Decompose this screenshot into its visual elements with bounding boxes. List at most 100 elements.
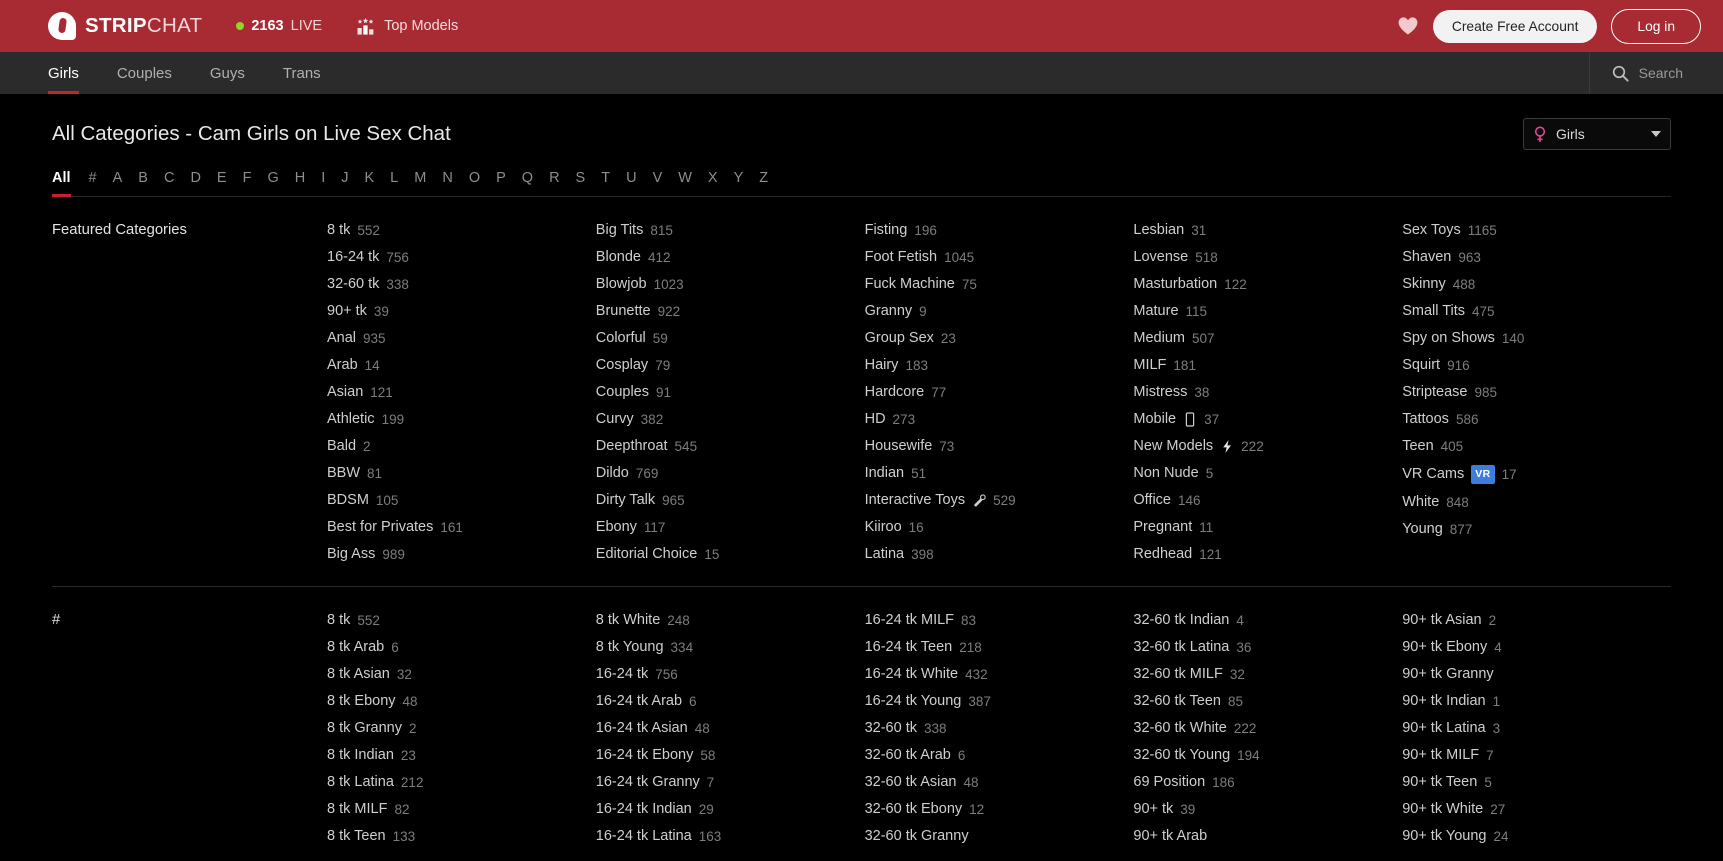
category-link[interactable]: Lovense 518 bbox=[1133, 244, 1402, 271]
alphabet-item-q[interactable]: Q bbox=[514, 170, 541, 196]
category-link[interactable]: 90+ tk 39 bbox=[327, 298, 596, 325]
category-link[interactable]: 69 Position 186 bbox=[1133, 769, 1402, 796]
category-link[interactable]: Striptease 985 bbox=[1402, 379, 1671, 406]
category-link[interactable]: Mistress 38 bbox=[1133, 379, 1402, 406]
category-link[interactable]: Cosplay 79 bbox=[596, 352, 865, 379]
category-link[interactable]: Deepthroat 545 bbox=[596, 433, 865, 460]
category-link[interactable]: Blonde 412 bbox=[596, 244, 865, 271]
tab-couples[interactable]: Couples bbox=[98, 52, 191, 94]
category-link[interactable]: Editorial Choice 15 bbox=[596, 541, 865, 568]
category-link[interactable]: Sex Toys 1165 bbox=[1402, 217, 1671, 244]
category-link[interactable]: BDSM 105 bbox=[327, 487, 596, 514]
category-link[interactable]: Lesbian 31 bbox=[1133, 217, 1402, 244]
category-link[interactable]: VR Cams VR 17 bbox=[1402, 460, 1671, 489]
category-link[interactable]: 90+ tk Latina 3 bbox=[1402, 715, 1671, 742]
category-link[interactable]: 16-24 tk MILF 83 bbox=[865, 607, 1134, 634]
alphabet-item-f[interactable]: F bbox=[235, 170, 260, 196]
alphabet-item-v[interactable]: V bbox=[645, 170, 671, 196]
category-link[interactable]: Group Sex 23 bbox=[865, 325, 1134, 352]
category-link[interactable]: 90+ tk Arab bbox=[1133, 823, 1402, 850]
category-link[interactable]: Indian 51 bbox=[865, 460, 1134, 487]
alphabet-item-c[interactable]: C bbox=[156, 170, 182, 196]
category-link[interactable]: 32-60 tk Asian 48 bbox=[865, 769, 1134, 796]
category-link[interactable]: Mobile 37 bbox=[1133, 406, 1402, 433]
alphabet-item-w[interactable]: W bbox=[670, 170, 700, 196]
category-link[interactable]: 32-60 tk 338 bbox=[865, 715, 1134, 742]
category-link[interactable]: Fuck Machine 75 bbox=[865, 271, 1134, 298]
category-link[interactable]: 16-24 tk 756 bbox=[327, 244, 596, 271]
alphabet-item-p[interactable]: P bbox=[488, 170, 514, 196]
alphabet-item-d[interactable]: D bbox=[182, 170, 208, 196]
category-link[interactable]: Office 146 bbox=[1133, 487, 1402, 514]
alphabet-item-m[interactable]: M bbox=[406, 170, 434, 196]
alphabet-item-t[interactable]: T bbox=[593, 170, 618, 196]
category-link[interactable]: Redhead 121 bbox=[1133, 541, 1402, 568]
category-link[interactable]: 90+ tk Ebony 4 bbox=[1402, 634, 1671, 661]
alphabet-item-hash[interactable]: # bbox=[81, 170, 105, 196]
category-link[interactable]: Mature 115 bbox=[1133, 298, 1402, 325]
category-link[interactable]: White 848 bbox=[1402, 489, 1671, 516]
category-link[interactable]: 32-60 tk Teen 85 bbox=[1133, 688, 1402, 715]
category-link[interactable]: MILF 181 bbox=[1133, 352, 1402, 379]
category-link[interactable]: 8 tk 552 bbox=[327, 217, 596, 244]
top-models-link[interactable]: Top Models bbox=[356, 17, 458, 35]
log-in-button[interactable]: Log in bbox=[1611, 8, 1701, 44]
category-link[interactable]: BBW 81 bbox=[327, 460, 596, 487]
alphabet-item-k[interactable]: K bbox=[357, 170, 383, 196]
category-link[interactable]: Dildo 769 bbox=[596, 460, 865, 487]
category-link[interactable]: 16-24 tk Arab 6 bbox=[596, 688, 865, 715]
category-link[interactable]: 90+ tk MILF 7 bbox=[1402, 742, 1671, 769]
category-link[interactable]: 90+ tk Granny bbox=[1402, 661, 1671, 688]
alphabet-item-a[interactable]: A bbox=[105, 170, 131, 196]
category-link[interactable]: 32-60 tk Latina 36 bbox=[1133, 634, 1402, 661]
category-link[interactable]: 8 tk Granny 2 bbox=[327, 715, 596, 742]
category-link[interactable]: Ebony 117 bbox=[596, 514, 865, 541]
alphabet-item-g[interactable]: G bbox=[259, 170, 286, 196]
category-link[interactable]: 16-24 tk 756 bbox=[596, 661, 865, 688]
category-link[interactable]: HD 273 bbox=[865, 406, 1134, 433]
category-link[interactable]: Latina 398 bbox=[865, 541, 1134, 568]
category-link[interactable]: Fisting 196 bbox=[865, 217, 1134, 244]
category-link[interactable]: 16-24 tk Latina 163 bbox=[596, 823, 865, 850]
tab-girls[interactable]: Girls bbox=[48, 52, 98, 94]
category-link[interactable]: Kiiroo 16 bbox=[865, 514, 1134, 541]
category-link[interactable]: Pregnant 11 bbox=[1133, 514, 1402, 541]
category-link[interactable]: 32-60 tk Ebony 12 bbox=[865, 796, 1134, 823]
category-link[interactable]: 32-60 tk MILF 32 bbox=[1133, 661, 1402, 688]
alphabet-item-u[interactable]: U bbox=[618, 170, 644, 196]
alphabet-item-n[interactable]: N bbox=[434, 170, 460, 196]
tab-trans[interactable]: Trans bbox=[264, 52, 340, 94]
category-link[interactable]: 90+ tk Asian 2 bbox=[1402, 607, 1671, 634]
brand-logo-link[interactable]: STRIPCHAT bbox=[48, 12, 202, 40]
category-link[interactable]: Dirty Talk 965 bbox=[596, 487, 865, 514]
category-link[interactable]: Shaven 963 bbox=[1402, 244, 1671, 271]
alphabet-item-all[interactable]: All bbox=[52, 170, 81, 197]
category-link[interactable]: 8 tk Ebony 48 bbox=[327, 688, 596, 715]
category-link[interactable]: Athletic 199 bbox=[327, 406, 596, 433]
alphabet-item-j[interactable]: J bbox=[333, 170, 356, 196]
category-link[interactable]: Big Tits 815 bbox=[596, 217, 865, 244]
category-link[interactable]: New Models 222 bbox=[1133, 433, 1402, 460]
category-link[interactable]: 32-60 tk Arab 6 bbox=[865, 742, 1134, 769]
category-link[interactable]: Non Nude 5 bbox=[1133, 460, 1402, 487]
category-link[interactable]: 8 tk Teen 133 bbox=[327, 823, 596, 850]
category-link[interactable]: 32-60 tk Indian 4 bbox=[1133, 607, 1402, 634]
tab-guys[interactable]: Guys bbox=[191, 52, 264, 94]
alphabet-item-b[interactable]: B bbox=[130, 170, 156, 196]
category-link[interactable]: 16-24 tk Granny 7 bbox=[596, 769, 865, 796]
category-link[interactable]: Bald 2 bbox=[327, 433, 596, 460]
category-link[interactable]: 8 tk Asian 32 bbox=[327, 661, 596, 688]
alphabet-item-s[interactable]: S bbox=[568, 170, 594, 196]
category-link[interactable]: 8 tk White 248 bbox=[596, 607, 865, 634]
gender-filter-dropdown[interactable]: Girls bbox=[1523, 118, 1671, 150]
category-link[interactable]: Skinny 488 bbox=[1402, 271, 1671, 298]
category-link[interactable]: 8 tk 552 bbox=[327, 607, 596, 634]
category-link[interactable]: 32-60 tk Granny bbox=[865, 823, 1134, 850]
category-link[interactable]: 16-24 tk Asian 48 bbox=[596, 715, 865, 742]
category-link[interactable]: 90+ tk 39 bbox=[1133, 796, 1402, 823]
category-link[interactable]: 90+ tk Teen 5 bbox=[1402, 769, 1671, 796]
alphabet-item-x[interactable]: X bbox=[700, 170, 726, 196]
category-link[interactable]: 32-60 tk 338 bbox=[327, 271, 596, 298]
category-link[interactable]: Masturbation 122 bbox=[1133, 271, 1402, 298]
category-link[interactable]: Hardcore 77 bbox=[865, 379, 1134, 406]
